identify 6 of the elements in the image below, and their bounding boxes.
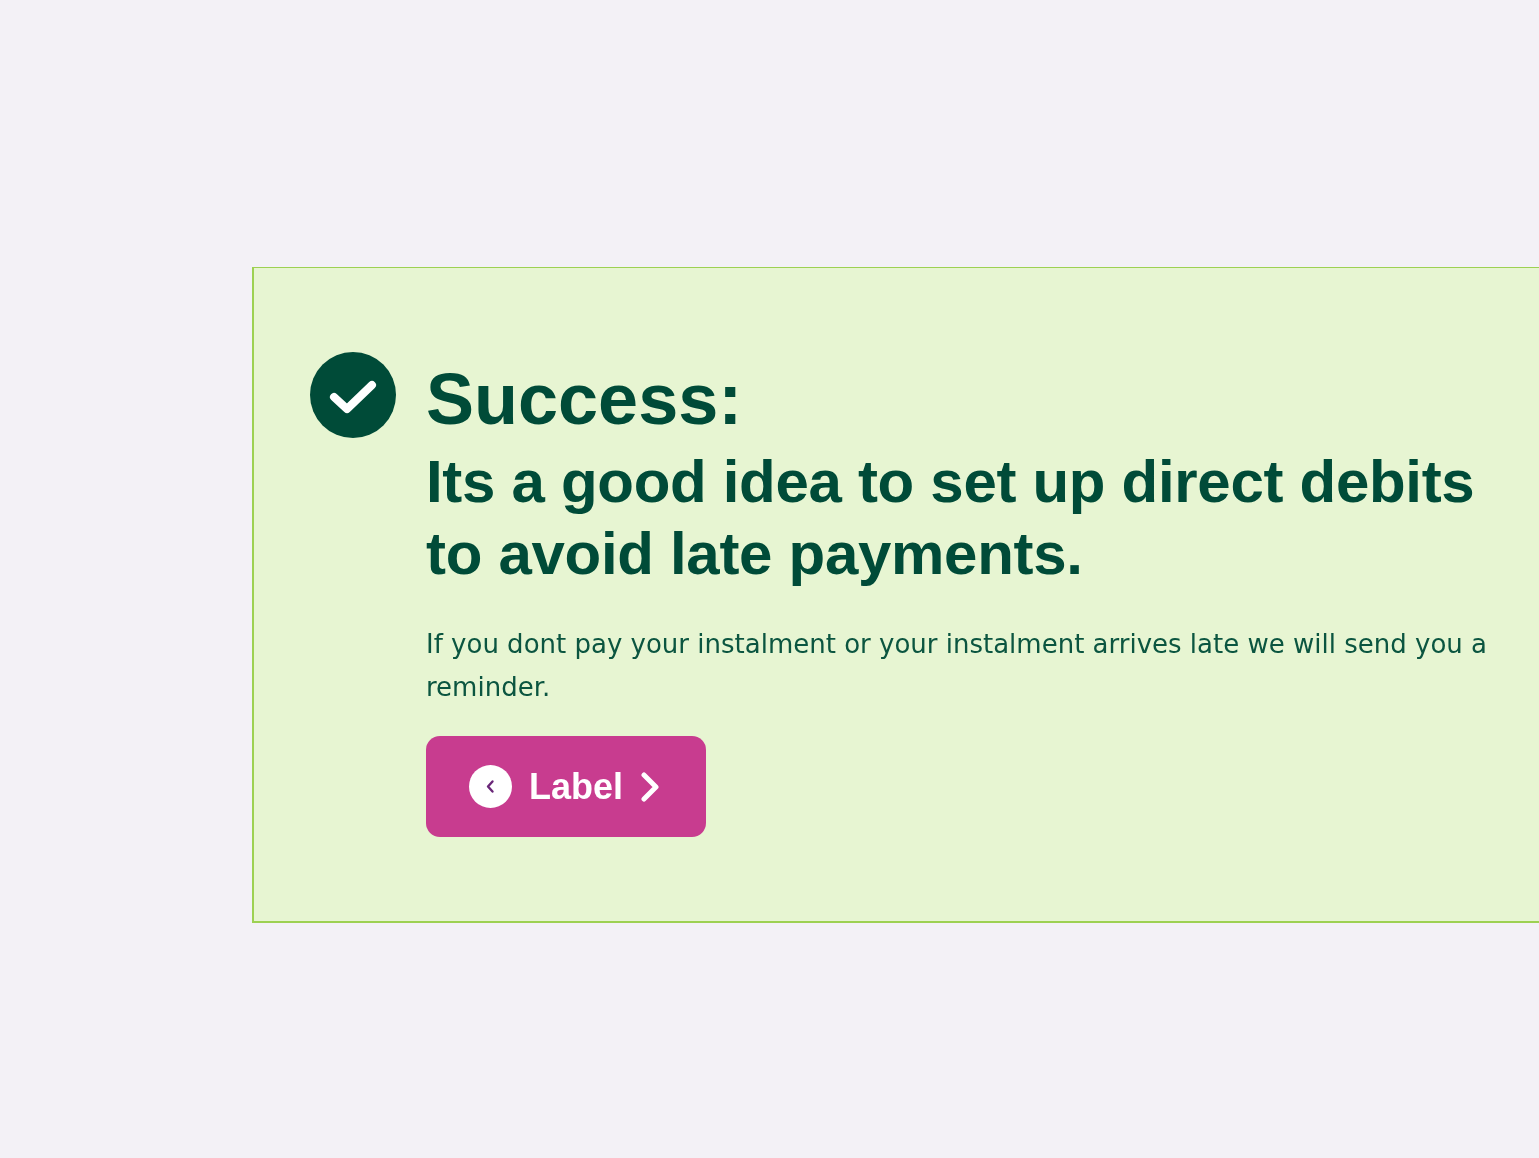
chevron-right-icon — [640, 771, 662, 802]
alert-heading: Its a good idea to set up direct debits to avoid late payments. — [426, 447, 1476, 589]
alert-title: Success: — [426, 358, 743, 441]
chevron-left-icon — [469, 765, 512, 808]
alert-message: If you dont pay your instalment or your instalment arrives late we will send you a reminder. — [426, 628, 1488, 704]
action-button[interactable]: Label — [426, 736, 707, 837]
